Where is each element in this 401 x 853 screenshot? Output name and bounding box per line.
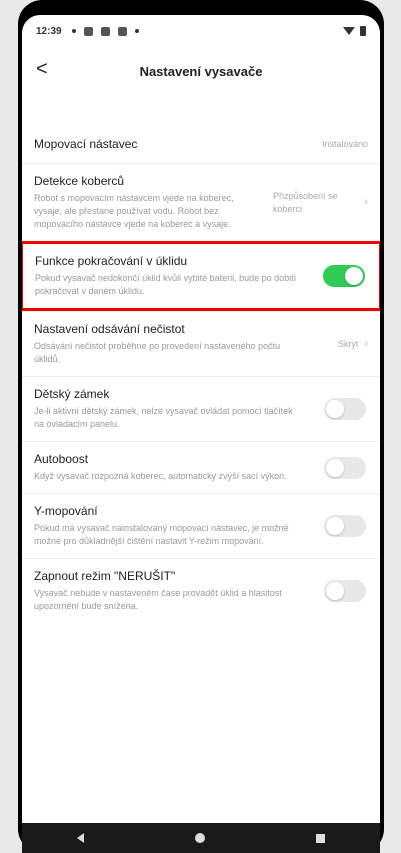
toggle-knob (345, 267, 363, 285)
toggle-knob (326, 400, 344, 418)
toggle-knob (326, 582, 344, 600)
row-description: Je-li aktivní dětský zámek, nelze vysava… (34, 406, 293, 429)
settings-row-mop[interactable]: Mopovací nástavec Instalováno (22, 125, 380, 163)
carpet-mode-value: Přizpůsobení se koberci (273, 190, 338, 214)
notification-dot-icon (71, 29, 76, 33)
nav-home-icon[interactable] (194, 833, 205, 843)
settings-row-child-lock[interactable]: Dětský zámek Je-li aktivní dětský zámek,… (22, 376, 380, 441)
toggle-knob (326, 517, 344, 535)
mop-status: Instalováno (321, 139, 368, 149)
status-time: 12:39 (36, 25, 62, 37)
notification-icon (117, 26, 127, 36)
battery-icon (360, 26, 366, 36)
chevron-right-icon: › (364, 338, 368, 350)
row-description: Robot s mopovacím nástavcem vjede na kob… (34, 193, 234, 229)
row-title: Nastavení odsávání nečistot (34, 322, 185, 336)
nav-back-icon[interactable] (77, 833, 85, 843)
row-title: Zapnout režim "NERUŠIT" (34, 569, 176, 583)
row-description: Odsávání nečistot proběhne po provedení … (34, 341, 281, 364)
row-description: Vysavač nebude v nastaveném čase provádě… (34, 588, 282, 611)
back-chevron-icon[interactable]: < (36, 59, 48, 79)
status-bar: 12:39 (22, 15, 380, 47)
row-title: Mopovací nástavec (34, 137, 138, 151)
nav-recents-icon[interactable] (315, 833, 325, 843)
row-title: Funkce pokračování v úklidu (35, 254, 188, 268)
toggle-knob (326, 458, 344, 477)
do-not-disturb-toggle[interactable] (324, 580, 366, 602)
wifi-icon (343, 27, 355, 35)
notification-icon (83, 26, 93, 36)
y-mopping-toggle[interactable] (324, 515, 366, 537)
child-lock-toggle[interactable] (324, 398, 366, 420)
row-description: Pokud má vysavač nainstalovaný mopovací … (34, 523, 289, 546)
chevron-right-icon: › (364, 196, 368, 208)
row-description: Když vysavač rozpozná koberec, automatic… (34, 471, 287, 481)
settings-row-autoboost[interactable]: Autoboost Když vysavač rozpozná koberec,… (22, 441, 380, 493)
row-description: Pokud vysavač nedokončí úklid kvůli vybi… (35, 273, 297, 296)
row-title: Dětský zámek (34, 387, 110, 401)
android-nav-bar (22, 823, 380, 853)
row-value: Instalováno (322, 139, 368, 149)
more-notifications-icon (134, 29, 139, 33)
row-value: Přizpůsobení se koberci › (273, 190, 368, 216)
settings-row-y-mopping[interactable]: Y-mopování Pokud má vysavač nainstalovan… (22, 493, 380, 558)
notification-icon (100, 26, 110, 36)
resume-cleaning-toggle[interactable] (323, 265, 365, 287)
app-header: < Nastavení vysavače (22, 47, 380, 95)
app-screen: 12:39 < Nastavení vysavače Mopovací nást… (22, 15, 380, 823)
dirt-disposal-value: Skrýt (337, 339, 359, 349)
status-indicators (343, 26, 366, 36)
page-title: Nastavení vysavače (139, 63, 263, 79)
autoboost-toggle[interactable] (324, 456, 366, 479)
settings-row-carpet-detection[interactable]: Detekce koberců Robot s mopovacím nástav… (22, 163, 380, 241)
settings-row-resume-cleaning[interactable]: Funkce pokračování v úklidu Pokud vysava… (22, 241, 380, 311)
row-title: Y-mopování (34, 504, 98, 518)
row-value: Skrýt › (338, 338, 368, 350)
row-title: Detekce koberců (34, 174, 125, 188)
row-title: Autoboost (34, 452, 89, 466)
settings-row-do-not-disturb[interactable]: Zapnout režim "NERUŠIT" Vysavač nebude v… (22, 558, 380, 623)
settings-row-dirt-disposal[interactable]: Nastavení odsávání nečistot Odsávání neč… (22, 311, 380, 376)
